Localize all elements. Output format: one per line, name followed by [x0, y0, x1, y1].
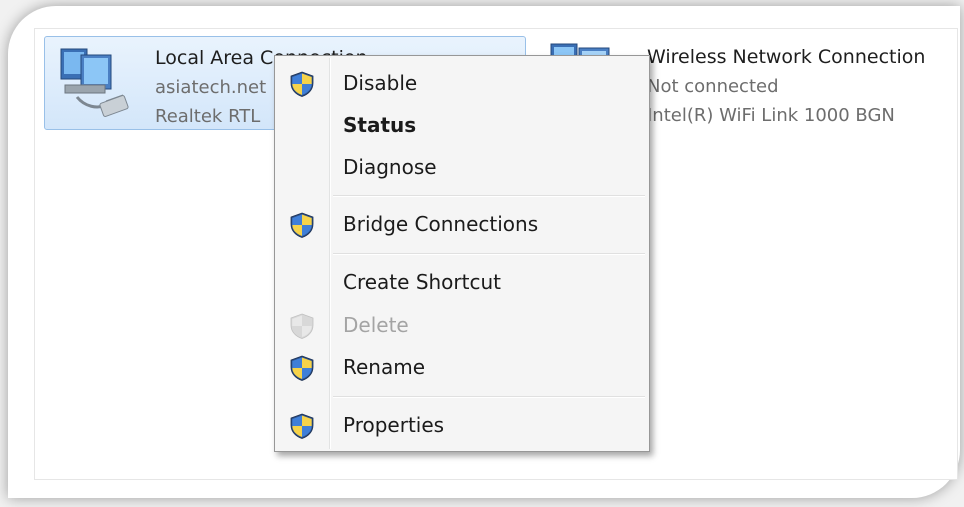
menu-item-delete: Delete [275, 304, 649, 346]
context-menu: Disable Status Diagnose Bridge Connectio… [274, 55, 650, 452]
uac-shield-icon [290, 355, 314, 381]
menu-item-properties[interactable]: Properties [275, 404, 649, 446]
menu-item-create-shortcut[interactable]: Create Shortcut [275, 261, 649, 303]
menu-item-label: Create Shortcut [343, 270, 501, 294]
menu-item-bridge-connections[interactable]: Bridge Connections [275, 203, 649, 245]
menu-item-label: Status [343, 113, 417, 137]
menu-item-rename[interactable]: Rename [275, 346, 649, 388]
connection-name: Wireless Network Connection [647, 46, 926, 68]
menu-item-status[interactable]: Status [275, 104, 649, 146]
uac-shield-icon [290, 71, 314, 97]
menu-item-label: Rename [343, 355, 426, 379]
menu-separator [333, 195, 645, 197]
menu-item-label: Diagnose [343, 155, 437, 179]
menu-item-disable[interactable]: Disable [275, 62, 649, 104]
connection-status: Not connected [647, 76, 779, 97]
menu-item-label: Delete [343, 313, 409, 337]
menu-item-label: Disable [343, 71, 418, 95]
menu-separator [333, 396, 645, 398]
menu-item-diagnose[interactable]: Diagnose [275, 146, 649, 188]
menu-separator [333, 253, 645, 255]
wired-network-adapter-icon [51, 41, 137, 125]
menu-item-label: Bridge Connections [343, 212, 539, 236]
uac-shield-icon [290, 313, 314, 339]
connection-adapter: Intel(R) WiFi Link 1000 BGN [647, 105, 895, 126]
uac-shield-icon [290, 413, 314, 439]
menu-item-label: Properties [343, 413, 445, 437]
uac-shield-icon [290, 212, 314, 238]
